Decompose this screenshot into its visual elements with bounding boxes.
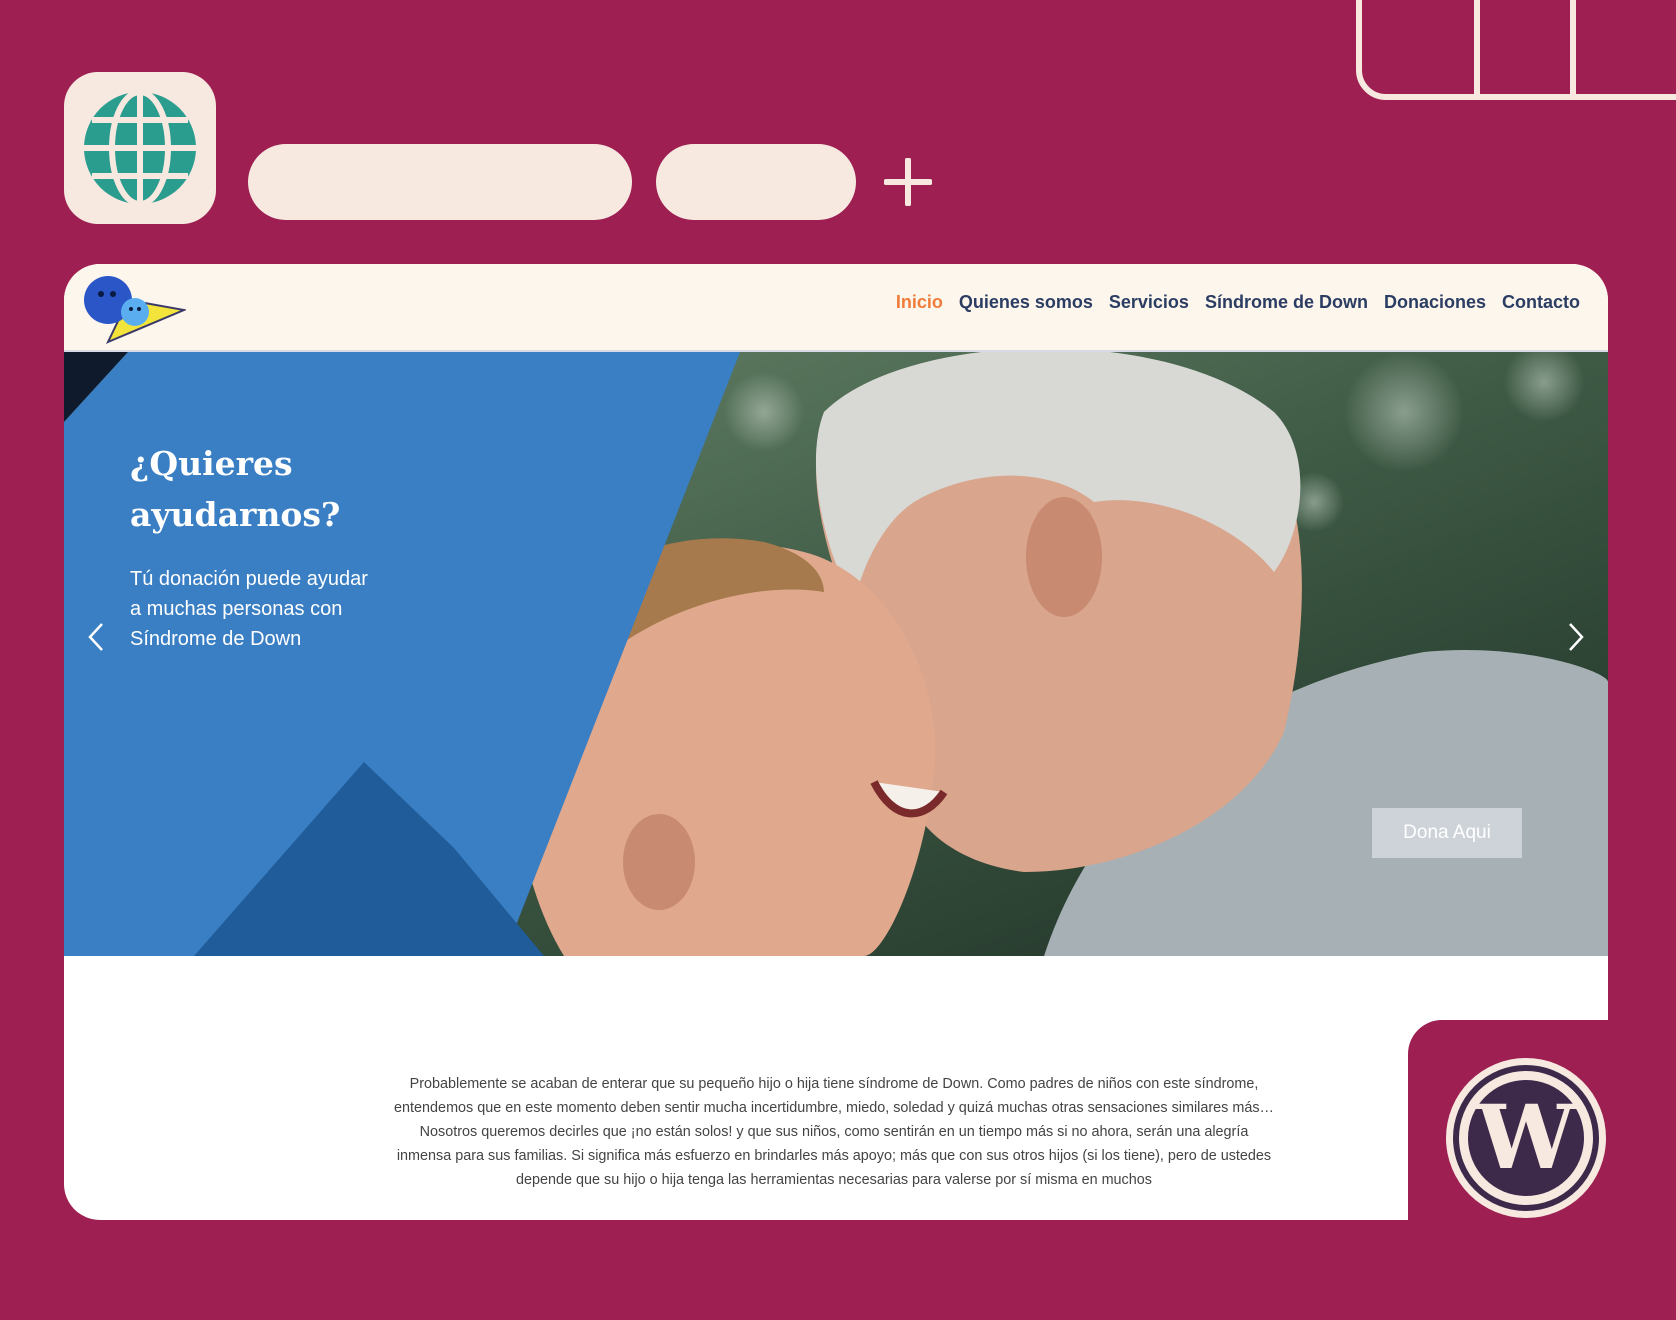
main-nav: Inicio Quienes somos Servicios Síndrome … [896,292,1580,313]
intro-paragraph: Nosotros queremos decirles que ¡no están… [396,1124,1272,1188]
window-divider [1570,0,1576,94]
window-divider [1474,0,1480,94]
hero-slider: ¿Quieres ayudarnos? Tú donación puede ay… [64,352,1608,956]
browser-window: Inicio Quienes somos Servicios Síndrome … [64,264,1608,1220]
wordpress-logo-icon: W [1446,1058,1606,1218]
frame: Inicio Quienes somos Servicios Síndrome … [0,0,1676,1320]
nav-quienes-somos[interactable]: Quienes somos [959,292,1093,313]
nav-sindrome-de-down[interactable]: Síndrome de Down [1205,292,1368,313]
donate-button[interactable]: Dona Aqui [1372,808,1522,858]
hero-subtitle: Tú donación puede ayudar a muchas person… [130,568,368,650]
plus-icon[interactable] [884,158,932,206]
browser-tab[interactable] [248,144,632,220]
site-header: Inicio Quienes somos Servicios Síndrome … [64,264,1608,352]
chevron-right-icon[interactable] [1564,620,1588,654]
nav-inicio[interactable]: Inicio [896,292,943,313]
site-logo[interactable] [82,270,186,346]
intro-text: Probablemente se acaban de enterar que s… [394,1072,1274,1192]
svg-text:W: W [1476,1085,1577,1189]
globe-tile [64,72,216,224]
globe-icon [84,90,196,206]
browser-tab[interactable] [656,144,856,220]
nav-contacto[interactable]: Contacto [1502,292,1580,313]
chevron-left-icon[interactable] [84,620,108,654]
window-frame-icon [1356,0,1676,100]
nav-servicios[interactable]: Servicios [1109,292,1189,313]
intro-paragraph: Probablemente se acaban de enterar que s… [394,1076,1274,1116]
nav-donaciones[interactable]: Donaciones [1384,292,1486,313]
hero-title: ¿Quieres ayudarnos? [130,444,341,534]
